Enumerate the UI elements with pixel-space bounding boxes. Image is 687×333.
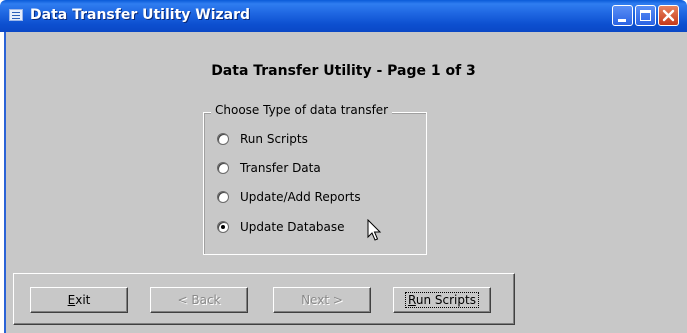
radio-button[interactable] <box>217 133 229 145</box>
window-title: Data Transfer Utility Wizard <box>30 7 251 23</box>
exit-label: xit <box>75 293 91 307</box>
form-window-icon[interactable] <box>9 9 23 21</box>
run-scripts-button[interactable]: Run Scripts <box>393 287 491 313</box>
title-bar[interactable]: Data Transfer Utility Wizard <box>0 0 687 32</box>
close-icon <box>662 9 675 22</box>
page-title: Data Transfer Utility - Page 1 of 3 <box>211 63 476 79</box>
exit-button[interactable]: Exit <box>30 287 128 313</box>
option-label: Run Scripts <box>240 132 308 146</box>
option-update-database[interactable]: Update Database <box>217 219 345 235</box>
wizard-window: Data Transfer Utility Wizard Data Transf… <box>0 0 687 333</box>
radio-button[interactable] <box>217 162 229 174</box>
close-button[interactable] <box>658 5 679 26</box>
radio-button[interactable] <box>217 191 229 203</box>
maximize-button[interactable] <box>635 5 656 26</box>
mouse-pointer-icon <box>367 219 382 241</box>
group-label: Choose Type of data transfer <box>211 103 393 117</box>
option-transfer-data[interactable]: Transfer Data <box>217 160 321 176</box>
focus-rectangle: Run Scripts <box>405 292 479 308</box>
run-mnemonic: R <box>408 293 416 307</box>
option-label: Update/Add Reports <box>240 190 361 204</box>
next-button[interactable]: Next > <box>273 287 371 313</box>
option-label: Update Database <box>240 220 345 234</box>
radio-button-selected[interactable] <box>217 221 229 233</box>
option-label: Transfer Data <box>240 161 321 175</box>
option-update-add-reports[interactable]: Update/Add Reports <box>217 189 361 205</box>
minimize-button[interactable] <box>612 5 633 26</box>
back-button[interactable]: < Back <box>150 287 248 313</box>
run-label: un Scripts <box>415 293 476 307</box>
option-run-scripts[interactable]: Run Scripts <box>217 131 308 147</box>
